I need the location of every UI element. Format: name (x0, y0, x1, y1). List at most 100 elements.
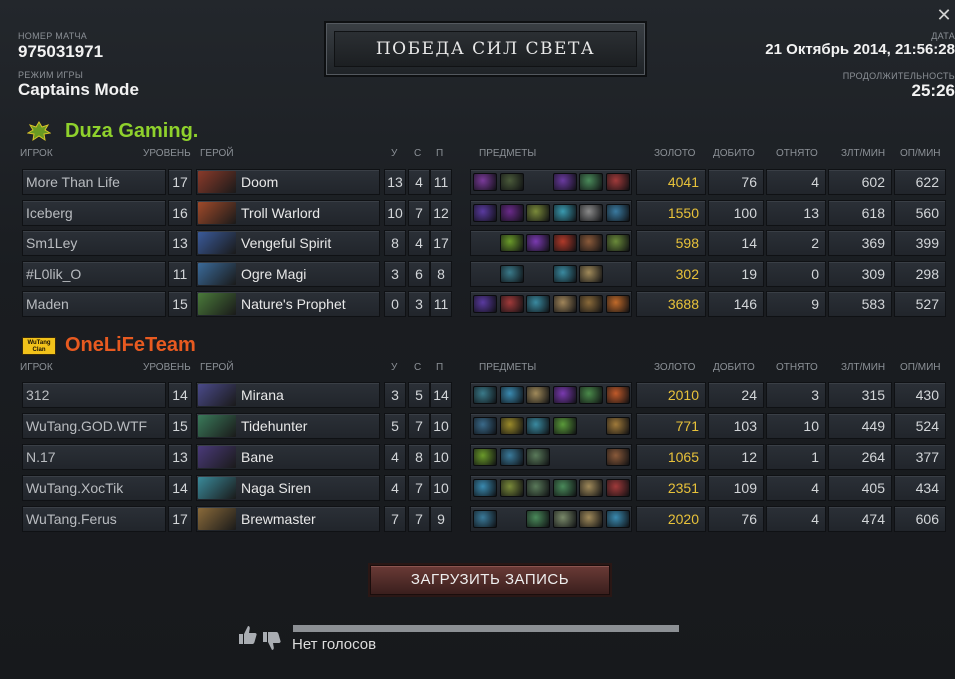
item-slot-icon[interactable] (526, 479, 550, 497)
gold: 2351 (636, 475, 706, 501)
item-slot-icon[interactable] (526, 417, 550, 435)
deaths: 3 (408, 291, 430, 317)
item-slot-icon[interactable] (526, 204, 550, 222)
item-slot-icon[interactable] (499, 479, 524, 497)
item-slot-icon[interactable] (526, 448, 550, 466)
player-row[interactable]: More Than Life 17 Doom 13 4 11 4041 76 4 602 622 (22, 169, 950, 195)
item-slot-icon[interactable] (526, 234, 550, 252)
item-slot-icon[interactable] (499, 417, 524, 435)
item-slot-icon[interactable] (499, 265, 524, 283)
item-slot-icon[interactable] (473, 204, 497, 222)
item-slot-icon[interactable] (473, 386, 497, 404)
items-cell (470, 444, 632, 470)
item-slot-icon[interactable] (473, 479, 497, 497)
item-slot-icon[interactable] (605, 479, 630, 497)
item-slot-icon[interactable] (499, 204, 524, 222)
item-slot-icon[interactable] (552, 417, 577, 435)
item-slot-icon[interactable] (605, 295, 630, 313)
item-slot-icon[interactable] (605, 204, 630, 222)
hero-cell: Vengeful Spirit (196, 230, 380, 256)
item-slot-icon[interactable] (552, 265, 577, 283)
column-header-deaths: С (414, 148, 422, 159)
xpm: 377 (894, 444, 946, 470)
player-level: 17 (168, 506, 192, 532)
item-slot-icon[interactable] (579, 173, 603, 191)
player-name: 312 (22, 382, 166, 408)
item-slot-icon[interactable] (499, 234, 524, 252)
item-slot-icon[interactable] (579, 295, 603, 313)
hero-portrait (198, 477, 236, 499)
items-cell (470, 230, 632, 256)
item-slot-icon[interactable] (552, 510, 577, 528)
item-slot-icon[interactable] (499, 448, 524, 466)
deaths: 7 (408, 475, 430, 501)
player-row[interactable]: WuTang.Ferus 17 Brewmaster 7 7 9 2020 76 4 474 606 (22, 506, 950, 532)
player-row[interactable]: #L0lik_O 11 Ogre Magi 3 6 8 302 19 0 309 298 (22, 261, 950, 287)
item-slot-icon[interactable] (579, 510, 603, 528)
item-slot-icon[interactable] (605, 417, 630, 435)
item-slot-icon[interactable] (473, 510, 497, 528)
player-row[interactable]: 312 14 Mirana 3 5 14 2010 24 3 315 430 (22, 382, 950, 408)
deaths: 7 (408, 413, 430, 439)
player-name: Maden (22, 291, 166, 317)
duza-logo-icon (26, 120, 52, 147)
hero-name: Tidehunter (241, 418, 308, 434)
column-header-kills: У (391, 148, 398, 159)
column-header-gpm: ЗЛТ/МИН (841, 148, 886, 159)
player-name: Iceberg (22, 200, 166, 226)
item-slot-icon[interactable] (605, 173, 630, 191)
item-slot-icon[interactable] (499, 173, 524, 191)
player-row[interactable]: Iceberg 16 Troll Warlord 10 7 12 1550 100 13 618 5… (22, 200, 950, 226)
item-slot-icon[interactable] (552, 204, 577, 222)
column-header-items: ПРЕДМЕТЫ (479, 148, 537, 159)
denies: 0 (766, 261, 826, 287)
item-slot-icon[interactable] (552, 479, 577, 497)
column-header-last-hits: ДОБИТО (713, 148, 755, 159)
item-slot-icon[interactable] (579, 234, 603, 252)
kills: 13 (384, 169, 406, 195)
close-icon[interactable]: ✕ (936, 6, 952, 24)
item-slot-icon[interactable] (473, 295, 497, 313)
denies: 1 (766, 444, 826, 470)
item-slot-icon[interactable] (552, 386, 577, 404)
item-slot-icon[interactable] (552, 234, 577, 252)
assists: 8 (430, 261, 452, 287)
deaths: 7 (408, 506, 430, 532)
item-slot-icon[interactable] (526, 510, 550, 528)
item-slot-icon[interactable] (579, 204, 603, 222)
thumbs-down-icon[interactable] (261, 630, 283, 658)
column-header-kills: У (391, 362, 398, 373)
load-replay-button[interactable]: ЗАГРУЗИТЬ ЗАПИСЬ (370, 565, 610, 595)
team-name: Duza Gaming. (65, 120, 199, 142)
gold: 2010 (636, 382, 706, 408)
column-header-items: ПРЕДМЕТЫ (479, 362, 537, 373)
item-slot-icon[interactable] (552, 173, 577, 191)
player-row[interactable]: WuTang.GOD.WTF 15 Tidehunter 5 7 10 771 103 10 44… (22, 413, 950, 439)
item-slot-icon[interactable] (526, 295, 550, 313)
item-slot-icon[interactable] (605, 234, 630, 252)
item-slot-icon[interactable] (579, 479, 603, 497)
item-slot-icon[interactable] (526, 386, 550, 404)
player-row[interactable]: N.17 13 Bane 4 8 10 1065 12 1 264 377 (22, 444, 950, 470)
player-row[interactable]: WuTang.XocTik 14 Naga Siren 4 7 10 2351 109 4 405… (22, 475, 950, 501)
xpm: 430 (894, 382, 946, 408)
item-slot-icon[interactable] (473, 417, 497, 435)
column-header-xpm: ОП/МИН (900, 148, 941, 159)
item-slot-icon[interactable] (605, 510, 630, 528)
player-row[interactable]: Maden 15 Nature's Prophet 0 3 11 3688 146 9 583 52… (22, 291, 950, 317)
item-slot-icon[interactable] (499, 295, 524, 313)
item-slot-icon[interactable] (579, 386, 603, 404)
player-row[interactable]: Sm1Ley 13 Vengeful Spirit 8 4 17 598 14 2 369 399 (22, 230, 950, 256)
item-slot-icon[interactable] (579, 265, 603, 283)
item-slot-icon[interactable] (552, 295, 577, 313)
hero-name: Mirana (241, 387, 284, 403)
item-slot-icon[interactable] (473, 448, 497, 466)
item-slot-icon[interactable] (605, 448, 630, 466)
item-slot-icon[interactable] (605, 386, 630, 404)
item-slot-icon[interactable] (473, 173, 497, 191)
thumbs-up-icon[interactable] (237, 624, 259, 652)
match-duration: 25:26 (911, 81, 955, 100)
column-header-assists: П (436, 148, 444, 159)
item-slot-icon[interactable] (499, 386, 524, 404)
last-hits: 146 (708, 291, 764, 317)
